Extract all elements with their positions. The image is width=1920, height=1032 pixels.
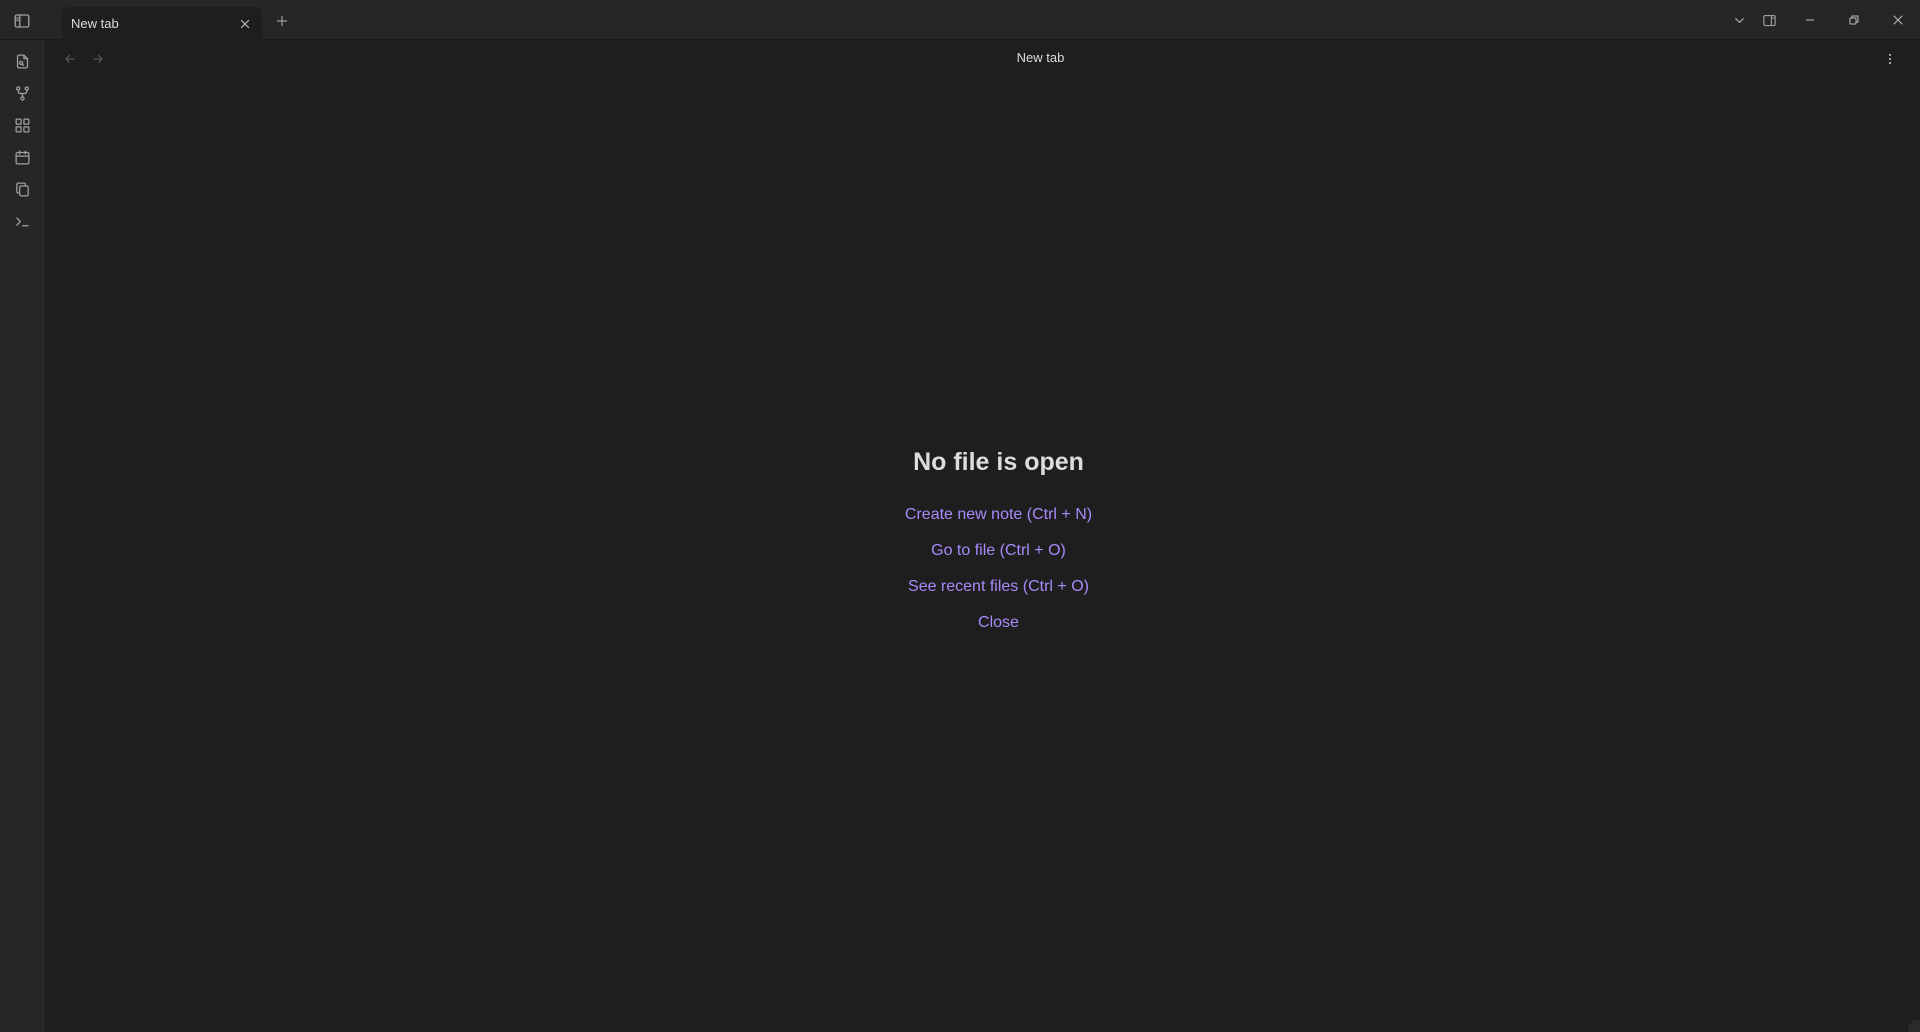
go-to-file-link[interactable]: Go to file (Ctrl + O)	[931, 541, 1066, 577]
file-search-icon	[16, 53, 28, 69]
ribbon-open-quick-switcher[interactable]	[10, 49, 34, 73]
restore-button[interactable]	[1832, 0, 1876, 40]
tab-list-button[interactable]	[1724, 5, 1754, 35]
more-options-button[interactable]	[1880, 49, 1900, 69]
view-title-text: New tab	[1016, 50, 1065, 65]
calendar-icon	[14, 149, 30, 165]
ribbon-graph-view[interactable]	[10, 81, 34, 105]
chevron-down-icon	[1734, 17, 1744, 23]
close-icon	[240, 19, 250, 29]
see-recent-files-link[interactable]: See recent files (Ctrl + O)	[908, 577, 1089, 613]
empty-state: No file is open Create new note (Ctrl + …	[45, 78, 1920, 1032]
sidebar-right-icon	[1762, 14, 1776, 26]
tab-new-tab[interactable]: New tab	[62, 7, 262, 40]
tab-close-button[interactable]	[237, 16, 253, 32]
create-new-note-link[interactable]: Create new note (Ctrl + N)	[905, 505, 1092, 541]
ribbon-templates[interactable]	[10, 177, 34, 201]
git-fork-icon	[15, 85, 29, 101]
title-bar: New tab	[0, 0, 1920, 40]
left-ribbon	[0, 40, 44, 1032]
layout-dashboard-icon	[14, 117, 30, 133]
close-icon	[1893, 15, 1903, 25]
sidebar-toggle-button[interactable]	[9, 9, 35, 33]
empty-state-title-text: No file is open	[913, 448, 1084, 476]
terminal-icon	[15, 216, 29, 226]
minimize-icon	[1806, 19, 1814, 21]
copy-icon	[15, 181, 29, 197]
close-link[interactable]: Close	[978, 613, 1019, 649]
app-window: New tab New tab No file is open Create n…	[0, 0, 1920, 1032]
view-title: New tab	[45, 50, 1920, 65]
plus-icon	[276, 15, 288, 27]
close-window-button[interactable]	[1876, 0, 1920, 40]
more-vertical-icon	[1888, 53, 1892, 65]
empty-state-actions: Create new note (Ctrl + N) Go to file (C…	[45, 505, 1920, 649]
right-sidebar-toggle-button[interactable]	[1754, 5, 1784, 35]
titlebar-controls	[1724, 0, 1920, 40]
empty-state-title: No file is open	[45, 448, 1920, 477]
ribbon-canvas[interactable]	[10, 113, 34, 137]
tab-title: New tab	[71, 16, 119, 31]
view-header: New tab	[45, 40, 1920, 78]
new-tab-button[interactable]	[272, 11, 292, 31]
ribbon-command-palette[interactable]	[10, 209, 34, 233]
sidebar-left-icon	[14, 14, 30, 28]
restore-icon	[1849, 15, 1859, 25]
minimize-button[interactable]	[1788, 0, 1832, 40]
ribbon-daily-note[interactable]	[10, 145, 34, 169]
